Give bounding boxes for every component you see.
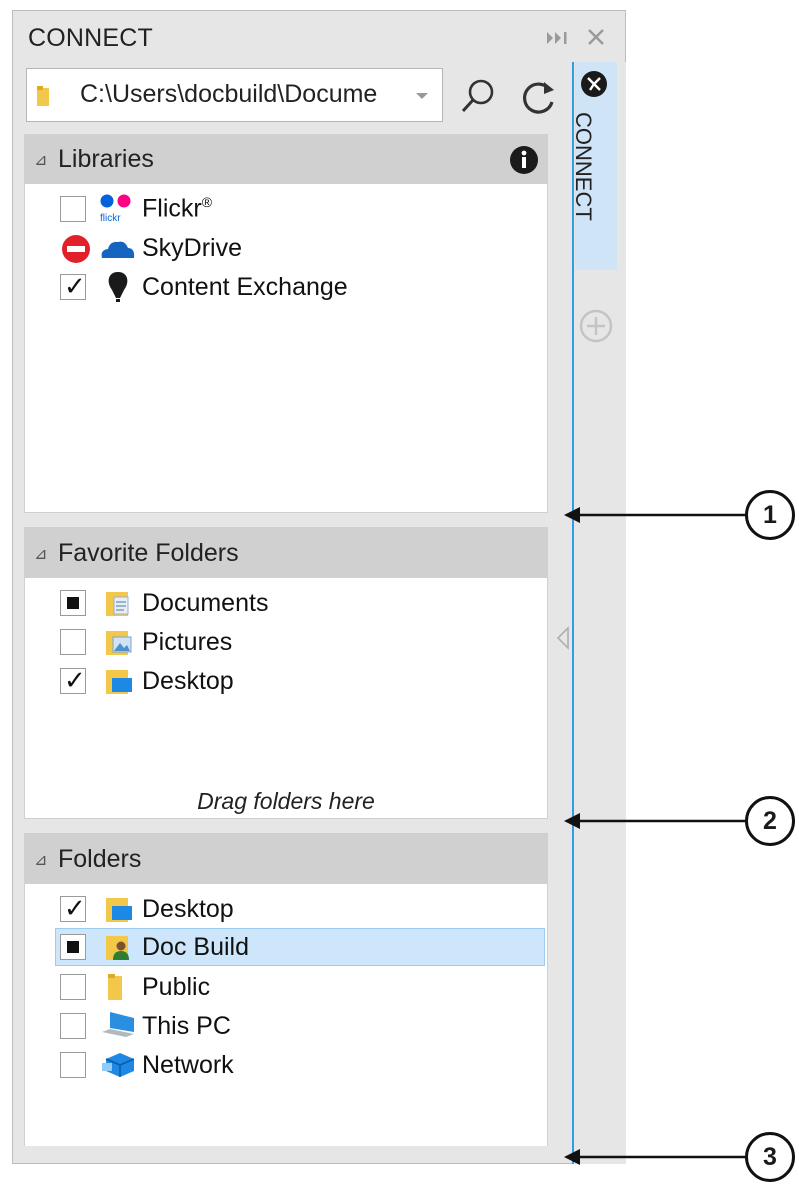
content-exchange-checkbox[interactable]: ✓ xyxy=(60,271,86,301)
folder-label-desktop: Desktop xyxy=(142,895,234,923)
unavailable-icon xyxy=(62,235,90,263)
favorite-folders-title: Favorite Folders xyxy=(58,539,239,567)
add-tab-icon[interactable] xyxy=(578,308,614,344)
callout-number: 3 xyxy=(763,1143,777,1171)
info-icon[interactable] xyxy=(508,144,540,176)
drag-folders-hint: Drag folders here xyxy=(197,788,375,814)
callout-arrow-2 xyxy=(564,813,746,829)
folder-label-this-pc: This PC xyxy=(142,1012,231,1040)
network-icon xyxy=(102,1053,135,1077)
library-label-content-exchange: Content Exchange xyxy=(142,273,348,301)
pane-splitter-2[interactable] xyxy=(24,818,548,834)
search-icon[interactable] xyxy=(458,76,498,116)
collapse-handle-icon[interactable] xyxy=(554,624,572,652)
folders-title: Folders xyxy=(58,845,142,873)
pictures-checkbox[interactable] xyxy=(60,629,86,655)
library-label-skydrive: SkyDrive xyxy=(142,234,243,262)
callout-arrow-3 xyxy=(564,1149,746,1165)
refresh-icon[interactable] xyxy=(516,76,560,120)
favorite-label-desktop: Desktop xyxy=(142,667,234,695)
callout-arrow-1 xyxy=(564,507,746,523)
callout-2: 2 xyxy=(745,796,795,846)
svg-text:flickr: flickr xyxy=(100,213,121,224)
libraries-title: Libraries xyxy=(58,145,154,173)
callout-number: 1 xyxy=(763,501,777,529)
flickr-checkbox[interactable] xyxy=(60,196,86,222)
desktop-checkbox[interactable]: ✓ xyxy=(60,893,86,923)
collapse-docker-icon[interactable] xyxy=(545,28,571,48)
desktop-checkbox[interactable]: ✓ xyxy=(60,665,86,695)
pictures-folder-icon xyxy=(106,631,132,655)
network-checkbox[interactable] xyxy=(60,1052,86,1078)
desktop-folder-icon xyxy=(106,898,132,922)
libraries-pane xyxy=(24,134,548,512)
documents-checkbox[interactable] xyxy=(60,590,86,616)
pane-splitter-1[interactable] xyxy=(24,512,548,528)
callout-3: 3 xyxy=(745,1132,795,1182)
chevron-down-icon[interactable] xyxy=(408,82,436,108)
collapse-triangle-icon[interactable]: ⊿ xyxy=(34,150,47,170)
library-label-flickr: Flickr® xyxy=(142,194,213,223)
computer-icon xyxy=(102,1012,134,1037)
desktop-folder-icon xyxy=(106,670,132,694)
collapse-triangle-icon[interactable]: ⊿ xyxy=(34,544,47,564)
doc-build-checkbox[interactable] xyxy=(60,934,86,960)
public-checkbox[interactable] xyxy=(60,974,86,1000)
path-value: C:\Users\docbuild\Docume xyxy=(80,80,378,108)
docker-title: CONNECT xyxy=(28,24,154,52)
content-exchange-icon xyxy=(108,272,128,302)
documents-folder-icon xyxy=(106,592,129,616)
folder-icon xyxy=(108,974,122,1000)
favorite-label-pictures: Pictures xyxy=(142,628,233,656)
flickr-icon: flickr xyxy=(100,194,131,224)
close-icon[interactable] xyxy=(585,26,607,48)
collapse-triangle-icon[interactable]: ⊿ xyxy=(34,850,47,870)
tab-connect-label: CONNECT xyxy=(571,112,596,221)
folder-icon xyxy=(37,86,49,106)
user-folder-icon xyxy=(106,936,129,960)
connect-globe-icon xyxy=(581,71,607,97)
callout-number: 2 xyxy=(763,807,777,835)
registered-mark: ® xyxy=(201,194,213,210)
folder-label-network: Network xyxy=(142,1051,234,1079)
this-pc-checkbox[interactable] xyxy=(60,1013,86,1039)
folder-label-public: Public xyxy=(142,973,211,1001)
callout-1: 1 xyxy=(745,490,795,540)
skydrive-icon xyxy=(101,241,135,258)
folder-label-doc-build: Doc Build xyxy=(142,933,249,961)
favorite-label-documents: Documents xyxy=(142,589,269,617)
